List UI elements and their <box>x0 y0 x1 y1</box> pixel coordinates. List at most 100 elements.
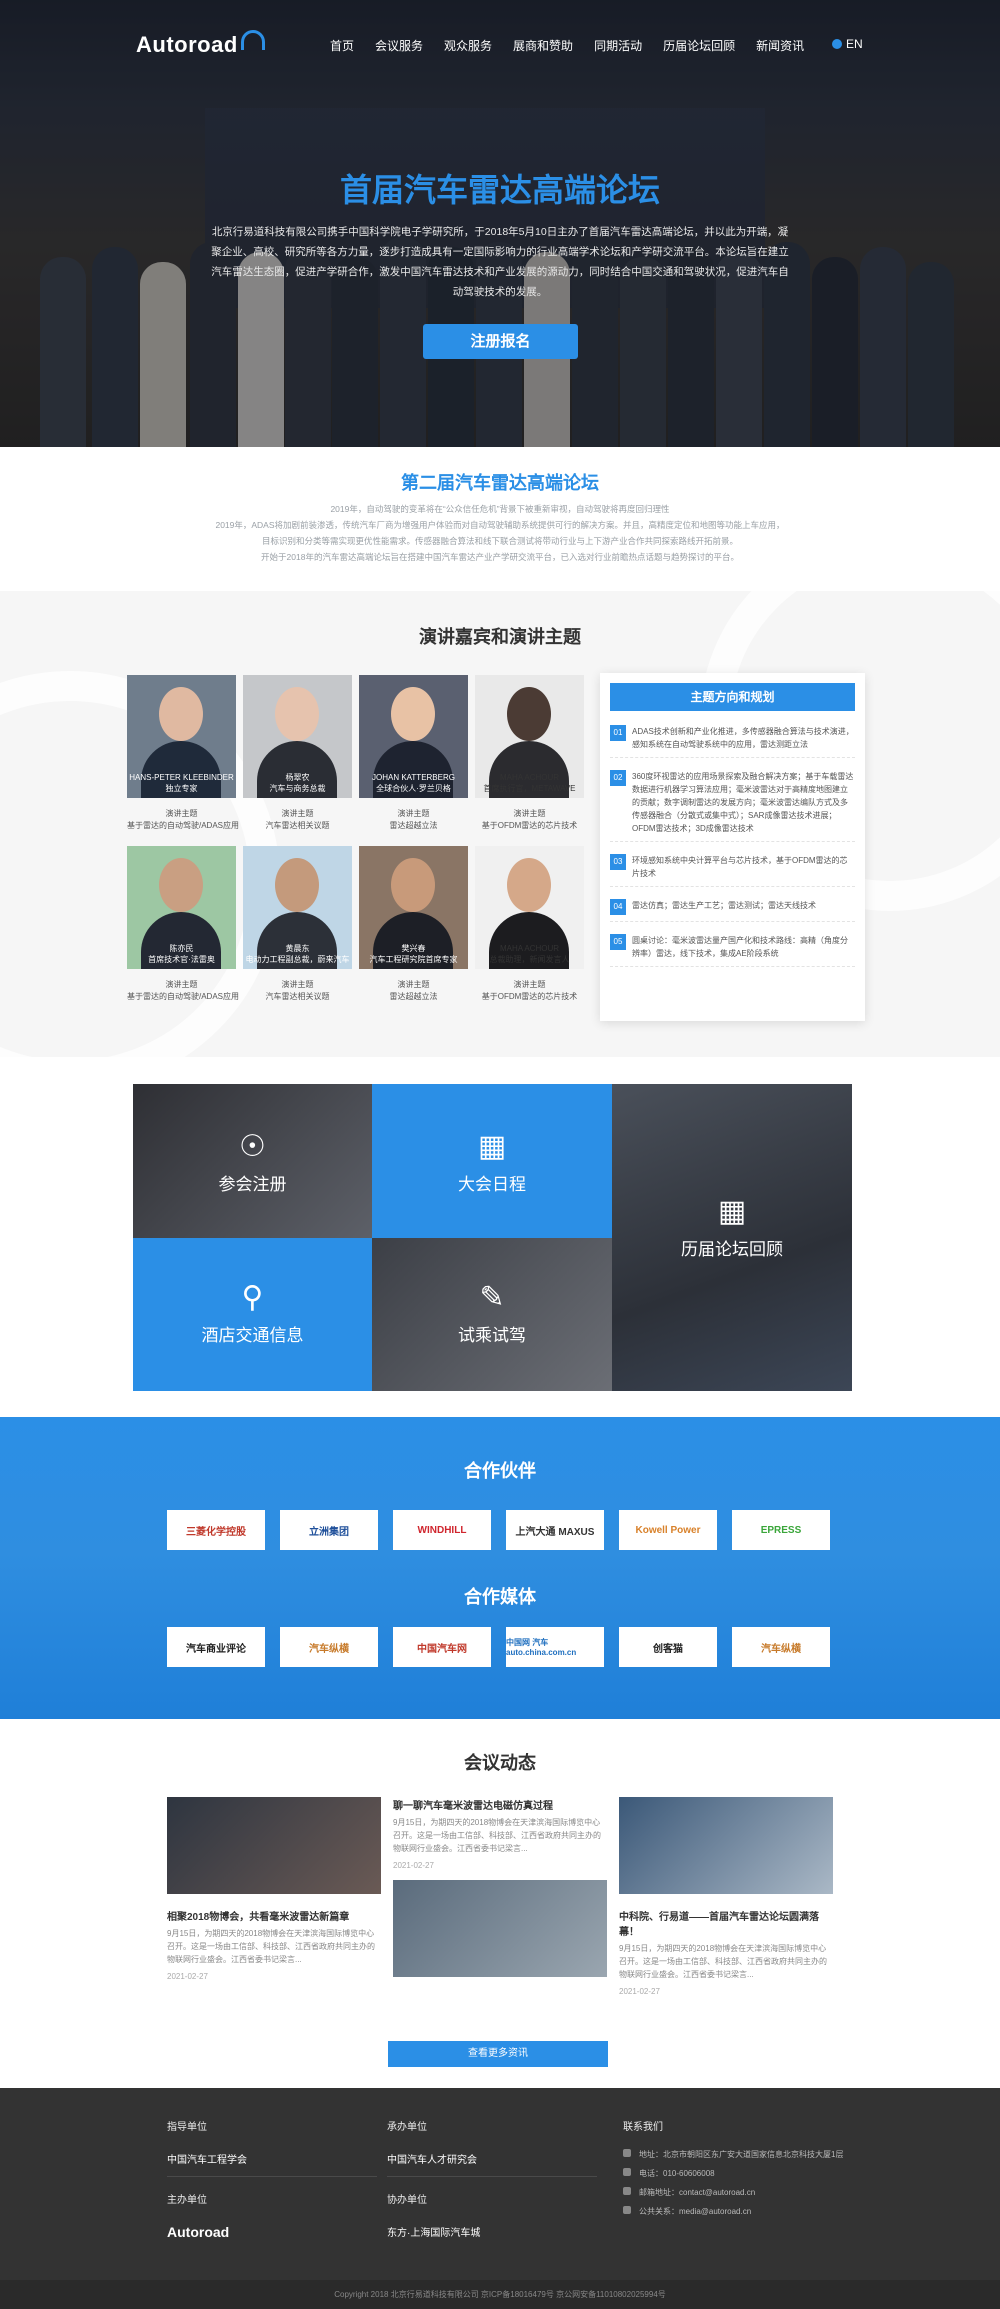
talk-label: 演讲主题 <box>397 980 430 989</box>
register-button[interactable]: 注册报名 <box>423 324 578 359</box>
news-section: 会议动态 相聚2018物博会，共看毫米波雷达新篇章 9月15日，为期四天的201… <box>0 1719 1000 2088</box>
partners-title: 合作伙伴 <box>464 1461 536 1481</box>
news-item[interactable]: 相聚2018物博会，共看毫米波雷达新篇章 9月15日，为期四天的2018物博会在… <box>167 1797 381 1981</box>
news-title-link[interactable]: 聊一聊汽车毫米波雷达电磁仿真过程 <box>393 1797 607 1812</box>
talk-topic: 基于雷达的自动驾驶/ADAS应用 <box>127 992 240 1001</box>
grid-apps-icon: ▦ <box>717 1195 747 1228</box>
partner-logo[interactable]: 立洲集团 <box>280 1510 378 1550</box>
location-icon <box>623 2149 631 2157</box>
media-logo[interactable]: 创客猫 <box>619 1627 717 1667</box>
news-summary: 9月15日，为期四天的2018物博会在天津滨海国际博览中心召开。这是一场由工信部… <box>619 1944 827 1979</box>
topic-text: 环境感知系统中央计算平台与芯片技术，基于OFDM雷达的芯片技术 <box>632 856 848 878</box>
speaker-card[interactable]: 樊兴春 汽车工程研究院首席专家 演讲主题 雷达超越立法 <box>359 846 468 1003</box>
mail-icon <box>623 2187 631 2195</box>
speaker-card[interactable]: HANS-PETER KLEEBINDER 独立专家 演讲主题 基于雷达的自动驾驶/… <box>127 675 239 832</box>
nav-item-events[interactable]: 同期活动 <box>594 37 642 54</box>
speaker-name: 陈亦民 <box>169 944 194 953</box>
talk-topic: 基于OFDM雷达的芯片技术 <box>481 992 578 1001</box>
news-title: 会议动态 <box>464 1753 536 1773</box>
tile-review[interactable]: ▦ 历届论坛回顾 <box>612 1084 852 1391</box>
news-item[interactable]: 聊一聊汽车毫米波雷达电磁仿真过程 9月15日，为期四天的2018物博会在天津滨海… <box>393 1797 607 1977</box>
speaker-role: 汽车与商务总裁 <box>269 784 326 793</box>
talk-label: 演讲主题 <box>513 980 546 989</box>
partner-logo[interactable]: EPRESS <box>732 1510 830 1550</box>
media-logo[interactable]: 中国网 汽车 auto.china.com.cn <box>506 1627 604 1667</box>
news-title-link[interactable]: 相聚2018物博会，共看毫米波雷达新篇章 <box>167 1908 381 1923</box>
media-title: 合作媒体 <box>464 1587 536 1607</box>
talk-topic: 汽车雷达相关议题 <box>265 821 330 830</box>
language-switch[interactable]: EN <box>832 37 863 51</box>
footer-heading: 承办单位 <box>387 2122 427 2133</box>
nav-item-exhibitors[interactable]: 展商和赞助 <box>513 37 573 54</box>
speaker-card[interactable]: MAHA ACHOUR 首席执行官，METAWAVE 演讲主题 基于OFDM雷达的芯… <box>475 675 584 832</box>
tile-schedule[interactable]: ▦ 大会日程 <box>372 1084 612 1238</box>
nav-item-review[interactable]: 历届论坛回顾 <box>663 37 735 54</box>
topic-text: 360度环视雷达的应用场景探索及融合解决方案；基于车载雷达数据进行机器学习算法应… <box>632 772 854 833</box>
speaker-role: 电动力工程副总裁，蔚来汽车 <box>245 955 350 964</box>
nav-item-audience-services[interactable]: 观众服务 <box>444 37 492 54</box>
media-logo[interactable]: 汽车纵横 <box>280 1627 378 1667</box>
media-logo[interactable]: 汽车商业评论 <box>167 1627 265 1667</box>
autoroad-logo[interactable]: Autoroad <box>136 30 265 58</box>
speaker-card[interactable]: 杨翠农汽车与商务总裁 演讲主题汽车雷达相关议题 <box>243 675 352 832</box>
news-item[interactable]: 中科院、行易道——首届汽车雷达论坛圆满落幕！ 9月15日，为期四天的2018物博… <box>619 1797 833 1996</box>
footer-heading: 联系我们 <box>623 2122 663 2133</box>
speaker-role: 首席执行官，METAWAVE <box>483 784 576 793</box>
talk-label: 演讲主题 <box>165 809 198 818</box>
top-navigation: Autoroad 首页 会议服务 观众服务 展商和赞助 同期活动 历届论坛回顾 … <box>0 0 1000 88</box>
user-search-icon: ☉ <box>239 1130 266 1163</box>
hero-description: 北京行易道科技有限公司携手中国科学院电子学研究所，于2018年5月10日主办了首… <box>211 226 789 298</box>
talk-topic: 雷达超越立法 <box>389 821 438 830</box>
talk-topic: 基于OFDM雷达的芯片技术 <box>481 821 578 830</box>
feature-tiles: ☉ 参会注册 ▦ 大会日程 ▦ 历届论坛回顾 ⚲ 酒店交通信息 ✎ 试乘试驾 <box>0 1057 1000 1417</box>
second-forum-line: 2019年，ADAS将加剧前装渗透，传统汽车厂商为增强用户体验而对自动驾驶辅助系… <box>215 520 785 530</box>
tile-testdrive[interactable]: ✎ 试乘试驾 <box>372 1238 612 1391</box>
guide-org-logo[interactable]: 中国汽车工程学会 <box>167 2151 377 2166</box>
topic-text: ADAS技术创新和产业化推进，多传感器融合算法与技术演进，感知系统在自动驾驶系统… <box>632 727 854 749</box>
news-image <box>619 1797 833 1894</box>
host-org-logo[interactable]: 中国汽车人才研究会 <box>387 2151 597 2166</box>
second-forum-line: 目标识别和分类等需实现更优性能需求。传感器融合算法和线下联合测试将带动行业与上下… <box>261 536 738 546</box>
speaker-card[interactable]: MAHA ACHOUR 总裁助理，新闻发言人 演讲主题 基于OFDM雷达的芯片技术 <box>475 846 584 1003</box>
news-summary: 9月15日，为期四天的2018物博会在天津滨海国际博览中心召开。这是一场由工信部… <box>167 1929 375 1964</box>
nav-item-news[interactable]: 新闻资讯 <box>756 37 804 54</box>
speaker-name: 杨翠农 <box>285 773 310 782</box>
second-forum-line: 开始于2018年的汽车雷达高端论坛旨在搭建中国汽车雷达产业产学研交流平台，已入选… <box>261 552 739 562</box>
speaker-card[interactable]: 陈亦民 首席技术官·法雷奥 演讲主题 基于雷达的自动驾驶/ADAS应用 <box>127 846 240 1003</box>
organizer-logo[interactable]: Autoroad <box>167 2224 377 2240</box>
partner-logo[interactable]: 三菱化学控股 <box>167 1510 265 1550</box>
speaker-name: JOHAN KATTERBERG <box>372 773 455 782</box>
partner-logo[interactable]: WINDHILL <box>393 1510 491 1550</box>
footer-contact: 联系我们 地址：北京市朝阳区东广安大道国家信息北京科技大厦1层 电话：010-6… <box>623 2118 853 2225</box>
edit-note-icon: ✎ <box>479 1281 505 1314</box>
footer-guide: 指导单位 中国汽车工程学会 主办单位 Autoroad <box>167 2118 377 2240</box>
partner-logo[interactable]: Kowell Power <box>619 1510 717 1550</box>
partner-logo[interactable]: 上汽大通 MAXUS <box>506 1510 604 1550</box>
main-menu: 首页 会议服务 观众服务 展商和赞助 同期活动 历届论坛回顾 新闻资讯 <box>330 37 804 54</box>
speaker-card[interactable]: 黄晨东 电动力工程副总裁，蔚来汽车 演讲主题 汽车雷达相关议题 <box>243 846 352 1003</box>
speaker-role: 首席技术官·法雷奥 <box>148 955 215 964</box>
talk-label: 演讲主题 <box>281 809 314 818</box>
topic-number: 02 <box>610 770 626 786</box>
speaker-role: 总裁助理，新闻发言人 <box>489 955 570 964</box>
media-logo[interactable]: 中国汽车网 <box>393 1627 491 1667</box>
news-image <box>167 1797 381 1894</box>
news-title-link[interactable]: 中科院、行易道——首届汽车雷达论坛圆满落幕！ <box>619 1908 833 1938</box>
footer-heading: 主办单位 <box>167 2195 207 2206</box>
speakers-title: 演讲嘉宾和演讲主题 <box>419 627 581 647</box>
nav-item-conference-services[interactable]: 会议服务 <box>375 37 423 54</box>
tile-hotel[interactable]: ⚲ 酒店交通信息 <box>133 1238 372 1391</box>
media-logo[interactable]: 汽车纵横 <box>732 1627 830 1667</box>
speaker-card[interactable]: JOHAN KATTERBERG 全球合伙人·罗兰贝格 演讲主题 雷达超越立法 <box>359 675 468 832</box>
tile-register[interactable]: ☉ 参会注册 <box>133 1084 372 1238</box>
co-org-logo[interactable]: 东方·上海国际汽车城 <box>387 2224 597 2239</box>
news-image <box>393 1880 607 1977</box>
second-forum-intro: 第二届汽车雷达高端论坛 2019年，自动驾驶的变革将在“公众信任危机”背景下被重… <box>0 447 1000 591</box>
speaker-name: HANS-PETER KLEEBINDER <box>129 773 234 782</box>
speaker-name: MAHA ACHOUR <box>499 773 560 782</box>
more-news-button[interactable]: 查看更多资讯 <box>388 2041 608 2067</box>
globe-icon <box>832 39 842 49</box>
nav-item-home[interactable]: 首页 <box>330 37 354 54</box>
topic-item: 04 雷达仿真；雷达生产工艺；雷达测试；雷达天线技术 <box>610 899 855 922</box>
second-forum-title: 第二届汽车雷达高端论坛 <box>401 473 599 493</box>
